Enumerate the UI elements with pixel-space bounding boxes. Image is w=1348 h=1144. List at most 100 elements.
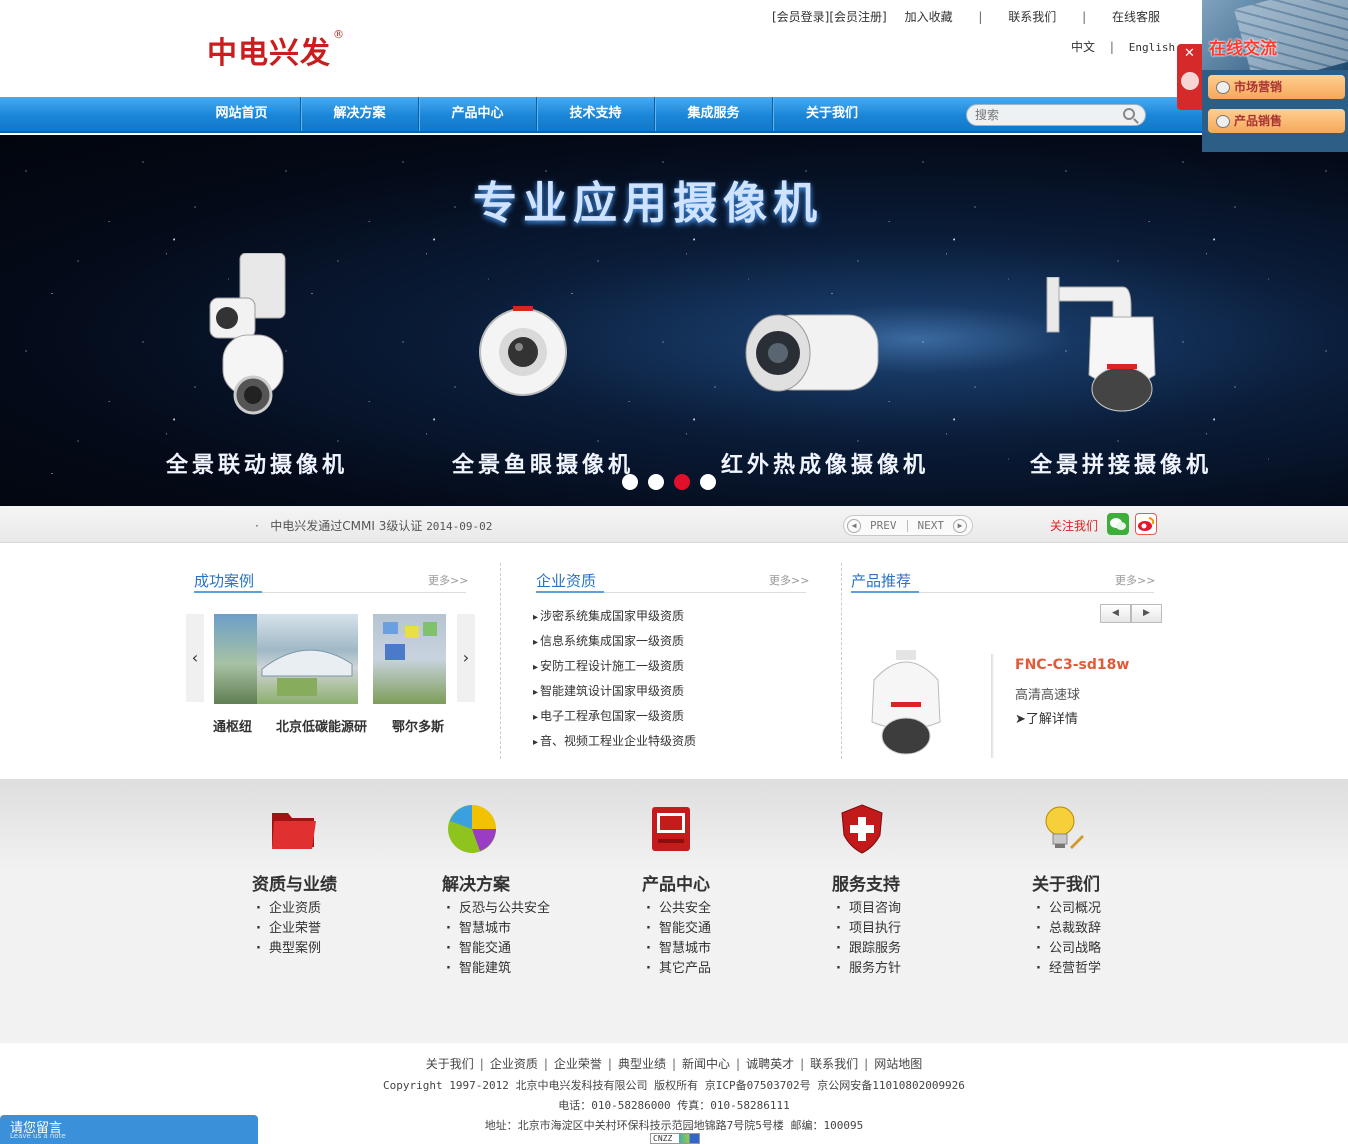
lang-english-link[interactable]: English [1129,41,1175,54]
case-thumbnail-2[interactable] [257,614,358,704]
product-name[interactable]: FNC-C3-sd18w [1015,657,1129,673]
nav-item-integration[interactable]: 集成服务 [655,97,773,131]
case-label-1[interactable]: 通枢纽 [213,716,252,735]
footer-link-about[interactable]: 关于我们 [426,1057,474,1071]
list-item[interactable]: 信息系统集成国家一级资质 [533,633,696,658]
list-item[interactable]: 安防工程设计施工一级资质 [533,658,696,683]
product-details-link[interactable]: ➤了解详情 [1015,708,1078,727]
list-item[interactable]: 项目执行 [836,917,901,937]
category-title-about[interactable]: 关于我们 [1032,870,1100,895]
footer-links: 关于我们 | 企业资质 | 企业荣誉 | 典型业绩 | 新闻中心 | 诚聘英才 | 联系我们 | 网站地图 [0,1055,1348,1072]
nav-item-home[interactable]: 网站首页 [183,97,301,131]
list-item[interactable]: 智慧城市 [446,917,550,937]
leave-message-tab[interactable]: 请您留言 Leave us a note [0,1115,258,1144]
slide-dot-2[interactable] [648,474,664,490]
online-service-link[interactable]: 在线客服 [1112,8,1160,25]
contact-us-link[interactable]: 联系我们 [1008,8,1056,25]
prev-button[interactable]: PREV [864,519,903,532]
footer-link-honors[interactable]: 企业荣誉 [554,1057,602,1071]
lightbulb-icon[interactable] [1036,803,1088,855]
hero-banner[interactable]: 专业应用摄像机 全景联动摄像机 全景鱼眼摄像机 红外热成像摄像机 全景拼接摄像机 [0,135,1348,506]
shield-icon[interactable] [836,803,888,855]
wechat-icon[interactable] [1107,513,1129,535]
brand-logo[interactable]: 中电兴发® [207,28,345,72]
nav-item-solutions[interactable]: 解决方案 [301,97,419,131]
list-item[interactable]: 智能交通 [646,917,711,937]
close-icon[interactable]: ✕ [1184,46,1195,61]
list-item[interactable]: 智能建筑设计国家甲级资质 [533,683,696,708]
category-list-qualifications: 企业资质 企业荣誉 典型案例 [256,897,321,957]
category-title-service[interactable]: 服务支持 [832,870,900,895]
case-thumbnail-1[interactable] [214,614,257,704]
search-input[interactable] [967,105,1117,125]
member-register-link[interactable]: [会员注册] [829,8,886,25]
footer-link-qualifications[interactable]: 企业资质 [490,1057,538,1071]
list-item[interactable]: 反恐与公共安全 [446,897,550,917]
product-image[interactable] [866,650,946,758]
slide-dot-3[interactable] [674,474,690,490]
footer-link-news[interactable]: 新闻中心 [682,1057,730,1071]
footer-link-contact[interactable]: 联系我们 [810,1057,858,1071]
cases-more-link[interactable]: 更多>> [428,572,468,588]
monitor-icon[interactable] [646,803,698,855]
nav-item-products[interactable]: 产品中心 [419,97,537,131]
member-login-link[interactable]: [会员登录] [772,8,829,25]
paw-icon [1181,72,1199,90]
list-item[interactable]: 公司战略 [1036,937,1101,957]
products-title[interactable]: 产品推荐 [851,570,911,591]
nav-item-about[interactable]: 关于我们 [773,97,891,131]
list-item[interactable]: 项目咨询 [836,897,901,917]
list-item[interactable]: 音、视频工程业企业特级资质 [533,733,696,758]
category-title-solutions[interactable]: 解决方案 [442,870,510,895]
list-item[interactable]: 涉密系统集成国家甲级资质 [533,608,696,633]
folder-icon[interactable] [268,803,320,855]
list-item[interactable]: 电子工程承包国家一级资质 [533,708,696,733]
footer-link-cases[interactable]: 典型业绩 [618,1057,666,1071]
footer-link-careers[interactable]: 诚聘英才 [746,1057,794,1071]
product-next-arrow-icon[interactable]: ▶ [1131,604,1162,623]
products-more-link[interactable]: 更多>> [1115,572,1155,588]
product-prev-arrow-icon[interactable]: ◀ [1100,604,1131,623]
cases-next-arrow-icon[interactable]: › [457,614,475,702]
next-button[interactable]: NEXT [912,519,951,532]
pie-chart-icon[interactable] [446,803,498,855]
list-item[interactable]: 智能交通 [446,937,550,957]
list-item[interactable]: 公司概况 [1036,897,1101,917]
list-item[interactable]: 经营哲学 [1036,957,1101,977]
list-item[interactable]: 跟踪服务 [836,937,901,957]
nav-item-support[interactable]: 技术支持 [537,97,655,131]
case-label-2[interactable]: 北京低碳能源研 [276,716,367,735]
slide-dot-4[interactable] [700,474,716,490]
marketing-chat-button[interactable]: 市场营销 [1208,75,1345,99]
next-arrow-icon[interactable]: ▶ [953,518,967,533]
case-thumbnail-3[interactable] [373,614,446,704]
slide-dot-1[interactable] [622,474,638,490]
case-label-3[interactable]: 鄂尔多斯 [392,716,444,735]
prev-arrow-icon[interactable]: ◀ [847,518,861,533]
search-icon[interactable] [1123,108,1135,120]
sales-chat-button[interactable]: 产品销售 [1208,109,1345,133]
category-title-products[interactable]: 产品中心 [642,870,710,895]
list-item[interactable]: 公共安全 [646,897,711,917]
cases-title[interactable]: 成功案例 [194,570,254,591]
list-item[interactable]: 智能建筑 [446,957,550,977]
camera-label-thermal: 红外热成像摄像机 [721,453,930,478]
weibo-icon[interactable] [1135,513,1157,535]
list-item[interactable]: 典型案例 [256,937,321,957]
qualifications-title[interactable]: 企业资质 [536,570,596,591]
list-item[interactable]: 服务方针 [836,957,901,977]
news-item[interactable]: · 中电兴发通过CMMI 3级认证 2014-09-02 [255,517,492,534]
list-item[interactable]: 总裁致辞 [1036,917,1101,937]
add-favorite-link[interactable]: 加入收藏 [905,8,953,25]
list-item[interactable]: 智慧城市 [646,937,711,957]
list-item[interactable]: 企业荣誉 [256,917,321,937]
qualifications-more-link[interactable]: 更多>> [769,572,809,588]
list-item[interactable]: 其它产品 [646,957,711,977]
category-title-qualifications[interactable]: 资质与业绩 [252,870,337,895]
cases-prev-arrow-icon[interactable]: ‹ [186,614,204,702]
footer-link-sitemap[interactable]: 网站地图 [874,1057,922,1071]
lang-chinese-link[interactable]: 中文 [1071,40,1095,54]
list-item[interactable]: 企业资质 [256,897,321,917]
cnzz-stat-badge[interactable]: CNZZ [650,1133,700,1144]
online-service-toggle[interactable]: ✕ [1177,44,1203,110]
